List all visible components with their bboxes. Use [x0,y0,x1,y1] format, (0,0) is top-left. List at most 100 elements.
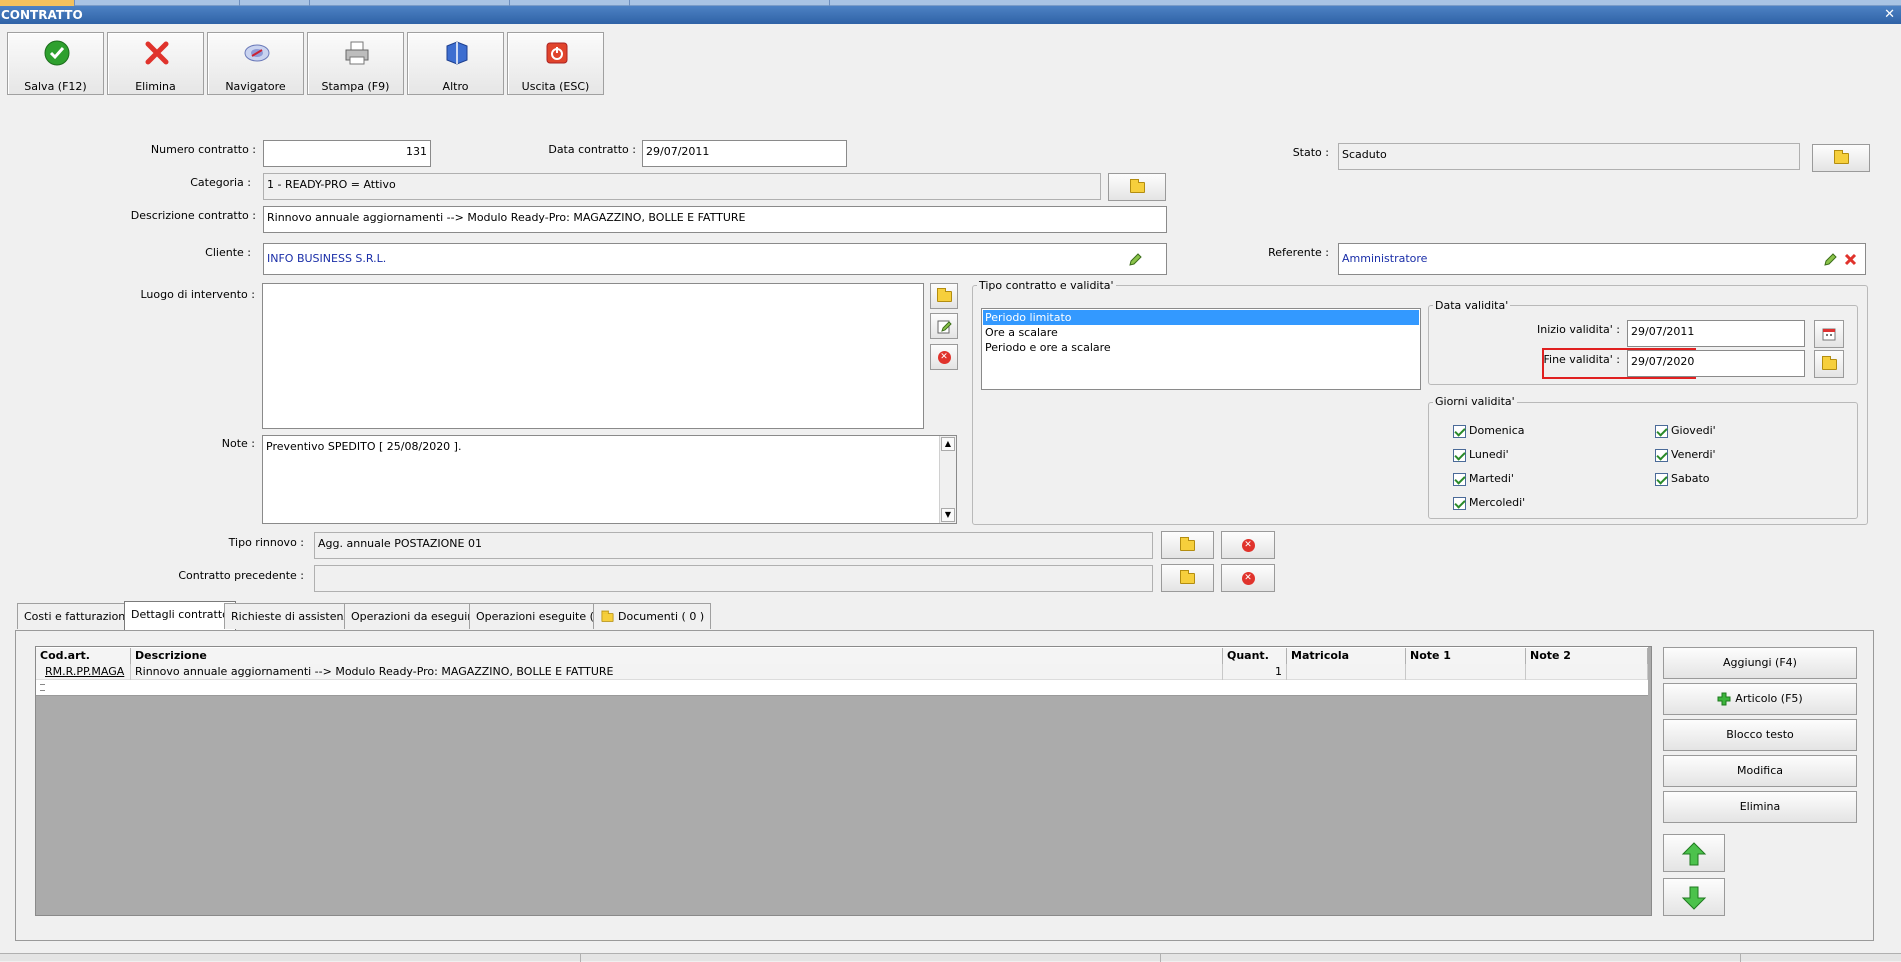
save-button[interactable]: Salva (F12) [7,32,104,95]
luogo-edit-button[interactable] [930,313,958,339]
referente-value: Amministratore [1342,252,1428,265]
tab-dettagli-contratto[interactable]: Dettagli contratto [124,601,236,631]
listbox-option-selected[interactable]: Periodo limitato [983,310,1419,325]
plus-icon [1717,692,1731,706]
luogo-intervento-field[interactable] [262,283,924,429]
checkbox-checked-icon [1655,472,1668,486]
checkbox-giovedi[interactable]: Giovedi' [1655,424,1716,438]
grid-cell-cod-art[interactable]: RM.R.PP.MAGA [41,664,131,680]
referente-field[interactable]: Amministratore [1338,243,1866,275]
descrizione-contratto-field[interactable]: Rinnovo annuale aggiornamenti --> Modulo… [263,206,1167,233]
fine-validita-folder-button[interactable] [1814,350,1844,378]
move-down-button[interactable] [1663,878,1725,916]
grid-header-note1[interactable]: Note 1 [1406,648,1526,664]
table-row-empty[interactable] [36,680,1648,696]
window-title: CONTRATTO [1,8,83,22]
blocco-testo-button[interactable]: Blocco testo [1663,719,1857,751]
exit-button-label: Uscita (ESC) [521,80,590,93]
contratto-precedente-folder-button[interactable] [1161,564,1214,592]
scroll-up-arrow-icon[interactable]: ▲ [941,437,955,451]
grid-header-matricola[interactable]: Matricola [1287,648,1406,664]
scroll-down-arrow-icon[interactable]: ▼ [941,508,955,522]
tipo-rinnovo-folder-button[interactable] [1161,531,1214,559]
edit-document-icon [937,320,952,334]
note-scrollbar[interactable]: ▲ ▼ [939,436,956,523]
elimina-row-button[interactable]: Elimina [1663,791,1857,823]
luogo-folder-button[interactable] [930,283,958,309]
contratto-precedente-clear-button[interactable]: ✕ [1221,564,1275,592]
stato-label: Stato : [1292,146,1329,159]
listbox-option[interactable]: Ore a scalare [983,325,1419,340]
tab-costi-fatturazione[interactable]: Costi e fatturazione [17,603,140,629]
delete-button[interactable]: Elimina [107,32,204,95]
stato-folder-button[interactable] [1812,144,1870,172]
edit-pencil-icon[interactable] [1128,253,1142,267]
fine-validita-field[interactable]: 29/07/2020 [1627,350,1805,377]
folder-icon [601,610,614,622]
cliente-label: Cliente : [205,246,251,259]
folder-icon [1833,150,1849,164]
navigator-button[interactable]: Navigatore [207,32,304,95]
arrow-down-icon [1681,886,1707,910]
tab-documenti[interactable]: Documenti ( 0 ) [593,603,712,629]
cliente-field[interactable]: INFO BUSINESS S.R.L. [263,243,1167,275]
edit-pencil-icon[interactable] [1823,253,1837,267]
remove-x-icon[interactable] [1844,253,1857,266]
checkbox-mercoledi[interactable]: Mercoledi' [1453,496,1525,510]
printer-icon [345,41,369,65]
numero-contratto-field[interactable]: 131 [263,140,431,167]
other-button[interactable]: Altro [407,32,504,95]
listbox-option[interactable]: Periodo e ore a scalare [983,340,1419,355]
delete-x-icon [145,41,169,65]
stato-field[interactable]: Scaduto [1338,143,1800,170]
checkbox-label: Venerdi' [1671,448,1716,461]
inizio-validita-field[interactable]: 29/07/2011 [1627,320,1805,347]
checkbox-domenica[interactable]: Domenica [1453,424,1525,438]
grid-cell-matricola[interactable] [1287,664,1406,680]
categoria-folder-button[interactable] [1108,173,1166,201]
grid-header-cod-art[interactable]: Cod.art. [36,648,131,664]
grid-cell-descrizione[interactable]: Rinnovo annuale aggiornamenti --> Modulo… [131,664,1223,680]
contratto-precedente-field[interactable] [314,565,1153,592]
checkbox-venerdi[interactable]: Venerdi' [1655,448,1716,462]
move-up-button[interactable] [1663,834,1725,872]
modifica-button[interactable]: Modifica [1663,755,1857,787]
tipo-rinnovo-field[interactable]: Agg. annuale POSTAZIONE 01 [314,532,1153,559]
close-icon[interactable]: ✕ [1884,7,1895,22]
calendar-button[interactable] [1814,320,1844,348]
data-label: Data contratto : [548,143,636,156]
categoria-field[interactable]: 1 - READY-PRO = Attivo [263,173,1101,200]
status-bar [0,953,1901,962]
grid-header-descrizione[interactable]: Descrizione [131,648,1223,664]
tab-richieste-assistenza[interactable]: Richieste di assistenza [224,603,363,629]
tipo-rinnovo-clear-button[interactable]: ✕ [1221,531,1275,559]
exit-button[interactable]: Uscita (ESC) [507,32,604,95]
grid-header-note2[interactable]: Note 2 [1526,648,1648,664]
tipo-contratto-listbox[interactable]: Periodo limitato Ore a scalare Periodo e… [981,308,1421,390]
checkbox-checked-icon [1655,448,1668,462]
folder-icon [1821,356,1837,370]
tab-operazioni-da-eseguire[interactable]: Operazioni da eseguire [344,603,486,629]
checkbox-martedi[interactable]: Martedi' [1453,472,1514,486]
grid-cell-quant[interactable]: 1 [1223,664,1287,680]
delete-button-label: Elimina [135,80,176,93]
checkbox-checked-icon [1453,496,1466,510]
checkbox-lunedi[interactable]: Lunedi' [1453,448,1509,462]
articolo-button[interactable]: Articolo (F5) [1663,683,1857,715]
note-field[interactable]: Preventivo SPEDITO [ 25/08/2020 ]. ▲ ▼ [262,435,957,524]
grid-cell-note1[interactable] [1406,664,1526,680]
descrizione-label: Descrizione contratto : [130,209,256,222]
grid-header-quant[interactable]: Quant. [1223,648,1287,664]
grid-cell-note2[interactable] [1526,664,1648,680]
note-label: Note : [221,437,255,450]
aggiungi-button[interactable]: Aggiungi (F4) [1663,647,1857,679]
print-button[interactable]: Stampa (F9) [307,32,404,95]
tab-operazioni-eseguite[interactable]: Operazioni eseguite (5) [469,603,613,629]
save-button-label: Salva (F12) [24,80,87,93]
clear-x-icon: ✕ [937,351,951,364]
referente-label: Referente : [1268,246,1329,259]
articolo-button-label: Articolo (F5) [1735,692,1803,705]
checkbox-sabato[interactable]: Sabato [1655,472,1710,486]
luogo-clear-button[interactable]: ✕ [930,344,958,370]
data-contratto-field[interactable]: 29/07/2011 [642,140,847,167]
